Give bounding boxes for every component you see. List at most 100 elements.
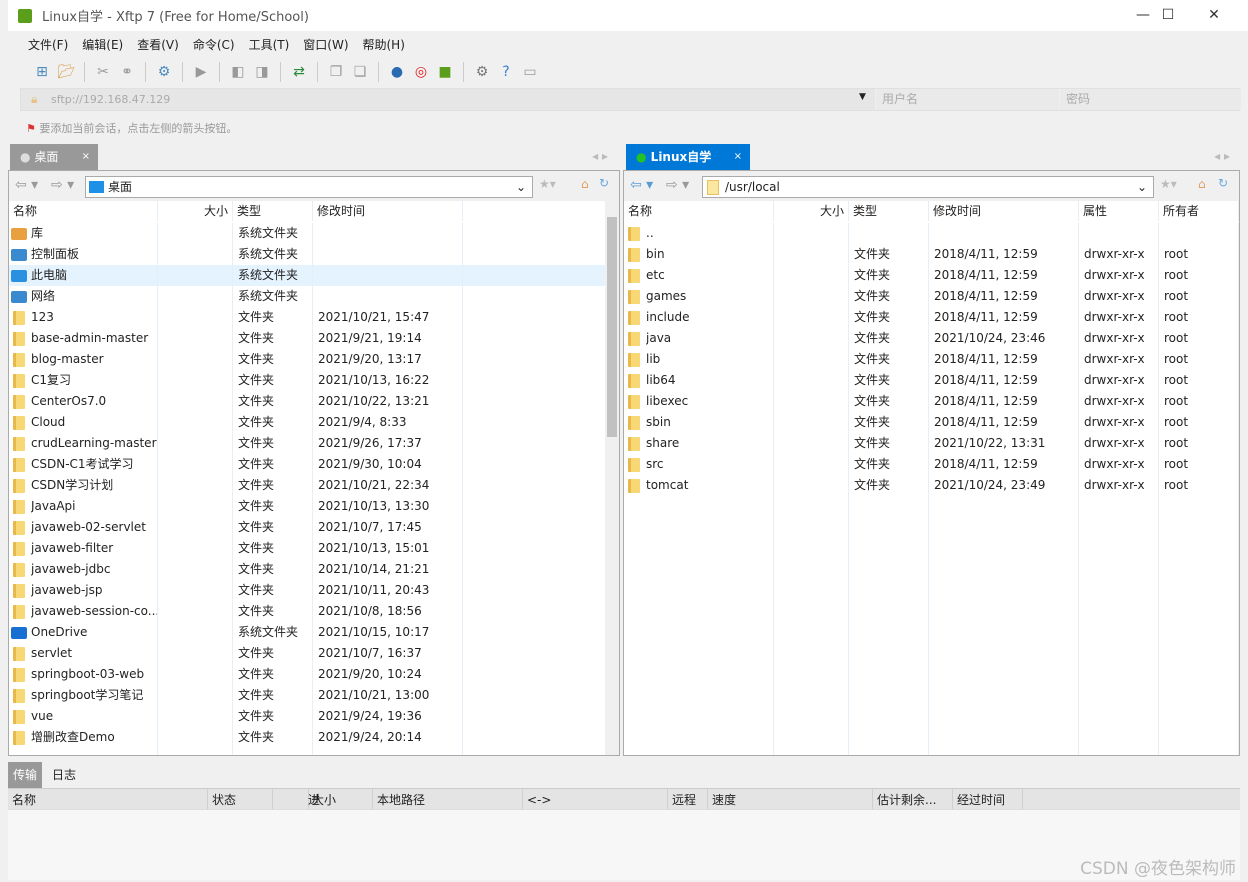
file-row[interactable]: CSDN学习计划 文件夹 2021/10/21, 22:34 — [9, 475, 605, 496]
back-icon[interactable]: ⇦ ▾ — [15, 177, 38, 193]
transfer-column[interactable]: <-> — [523, 789, 668, 809]
transfer-column[interactable]: 大小 — [308, 789, 373, 809]
tab-transfers[interactable]: 传输 — [8, 762, 43, 788]
file-row[interactable]: Cloud 文件夹 2021/9/4, 8:33 — [9, 412, 605, 433]
new-session-icon[interactable]: ⊞ — [32, 62, 52, 82]
file-row[interactable]: crudLearning-master 文件夹 2021/9/26, 17:37 — [9, 433, 605, 454]
remote-path-input[interactable]: /usr/local ⌄ — [702, 176, 1154, 198]
tab-remote-linux[interactable]: ● Linux自学 × — [626, 144, 750, 170]
copy-icon[interactable]: ❐ — [326, 62, 346, 82]
file-row[interactable]: javaweb-jsp 文件夹 2021/10/11, 20:43 — [9, 580, 605, 601]
menu-item[interactable]: 命令(C) — [193, 36, 235, 53]
column-header[interactable]: 大小 — [774, 201, 849, 221]
maximize-button[interactable]: ☐ — [1145, 0, 1191, 31]
file-row[interactable]: CenterOs7.0 文件夹 2021/10/22, 13:21 — [9, 391, 605, 412]
transfer-column[interactable]: 名称 — [8, 789, 208, 809]
file-row[interactable]: blog-master 文件夹 2021/9/20, 13:17 — [9, 349, 605, 370]
menu-item[interactable]: 帮助(H) — [363, 36, 405, 53]
file-row[interactable]: include 文件夹 2018/4/11, 12:59 drwxr-xr-x root — [624, 307, 1239, 328]
file-row[interactable]: 此电脑 系统文件夹 — [9, 265, 605, 286]
local-path-input[interactable]: 桌面 ⌄ — [85, 176, 533, 198]
globe-icon[interactable]: ● — [387, 62, 407, 82]
column-header[interactable]: 大小 — [158, 201, 233, 221]
xshell-icon[interactable]: ◎ — [411, 62, 431, 82]
file-row[interactable]: lib64 文件夹 2018/4/11, 12:59 drwxr-xr-x root — [624, 370, 1239, 391]
reconnect-icon[interactable]: ⚭ — [117, 62, 137, 82]
paste-icon[interactable]: ❏ — [350, 62, 370, 82]
transfer-column[interactable]: 速度 — [708, 789, 873, 809]
column-header[interactable]: 名称 — [624, 201, 774, 221]
forward-icon[interactable]: ⇨ ▾ — [666, 177, 689, 193]
refresh-icon[interactable]: ↻ — [1218, 176, 1228, 190]
menu-item[interactable]: 工具(T) — [249, 36, 290, 53]
tab-scroll-arrows-icon[interactable]: ◂ ▸ — [592, 149, 608, 163]
file-row[interactable]: base-admin-master 文件夹 2021/9/21, 19:14 — [9, 328, 605, 349]
transfer-column[interactable]: 估计剩余... — [873, 789, 953, 809]
forward-icon[interactable]: ⇨ ▾ — [51, 177, 74, 193]
file-row[interactable]: javaweb-filter 文件夹 2021/10/13, 15:01 — [9, 538, 605, 559]
file-row[interactable]: C1复习 文件夹 2021/10/13, 16:22 — [9, 370, 605, 391]
password-input[interactable]: 密码 — [1059, 89, 1241, 110]
close-tab-icon[interactable]: × — [734, 144, 742, 170]
home-icon[interactable]: ⌂ — [581, 177, 589, 191]
file-row[interactable]: .. — [624, 223, 1239, 244]
new-window-icon[interactable]: ⚙ — [154, 62, 174, 82]
file-row[interactable]: javaweb-02-servlet 文件夹 2021/10/7, 17:45 — [9, 517, 605, 538]
bookmark-star-icon[interactable]: ★▾ — [539, 177, 556, 191]
file-row[interactable]: src 文件夹 2018/4/11, 12:59 drwxr-xr-x root — [624, 454, 1239, 475]
sync-icon[interactable]: ⇄ — [289, 62, 309, 82]
file-row[interactable]: springboot学习笔记 文件夹 2021/10/21, 13:00 — [9, 685, 605, 706]
file-row[interactable]: springboot-03-web 文件夹 2021/9/20, 10:24 — [9, 664, 605, 685]
back-icon[interactable]: ⇦ ▾ — [630, 177, 653, 193]
disconnect-icon[interactable]: ✂ — [93, 62, 113, 82]
file-row[interactable]: 库 系统文件夹 — [9, 223, 605, 244]
file-row[interactable]: javaweb-session-co... 文件夹 2021/10/8, 18:56 — [9, 601, 605, 622]
column-header[interactable]: 类型 — [849, 201, 929, 221]
bookmark-arrow-icon[interactable]: ⚑ — [26, 122, 36, 135]
username-input[interactable]: 用户名 — [875, 89, 1059, 110]
file-row[interactable]: 控制面板 系统文件夹 — [9, 244, 605, 265]
terminal-icon[interactable]: ▶ — [191, 62, 211, 82]
file-row[interactable]: 增删改查Demo 文件夹 2021/9/24, 20:14 — [9, 727, 605, 748]
chat-icon[interactable]: ▭ — [520, 62, 540, 82]
transfer-column[interactable]: 进度 — [273, 789, 320, 829]
file-row[interactable]: share 文件夹 2021/10/22, 13:31 drwxr-xr-x root — [624, 433, 1239, 454]
file-row[interactable]: CSDN-C1考试学习 文件夹 2021/9/30, 10:04 — [9, 454, 605, 475]
file-row[interactable]: vue 文件夹 2021/9/24, 19:36 — [9, 706, 605, 727]
copy-left-icon[interactable]: ◧ — [228, 62, 248, 82]
column-header[interactable]: 所有者 — [1159, 201, 1239, 221]
menu-item[interactable]: 编辑(E) — [82, 36, 123, 53]
menu-item[interactable]: 窗口(W) — [303, 36, 348, 53]
gear-icon[interactable]: ⚙ — [472, 62, 492, 82]
open-folder-icon[interactable]: 📂︎ — [56, 62, 76, 82]
copy-right-icon[interactable]: ◨ — [252, 62, 272, 82]
column-header[interactable]: 修改时间 — [929, 201, 1079, 221]
scrollbar[interactable] — [605, 201, 619, 755]
help-icon[interactable]: ? — [496, 62, 516, 82]
column-header[interactable]: 类型 — [233, 201, 313, 221]
tab-local-desktop[interactable]: ● 桌面 × — [10, 144, 98, 170]
transfer-column[interactable]: 本地路径 — [373, 789, 523, 809]
transfer-column[interactable]: 远程路径 — [668, 789, 708, 829]
file-row[interactable]: servlet 文件夹 2021/10/7, 16:37 — [9, 643, 605, 664]
xftp-icon[interactable]: ■ — [435, 62, 455, 82]
column-header[interactable]: 修改时间 — [313, 201, 463, 221]
file-row[interactable]: 123 文件夹 2021/10/21, 15:47 — [9, 307, 605, 328]
close-button[interactable]: ✕ — [1191, 0, 1237, 31]
transfer-column[interactable]: 经过时间 — [953, 789, 1023, 809]
file-row[interactable]: lib 文件夹 2018/4/11, 12:59 drwxr-xr-x root — [624, 349, 1239, 370]
file-row[interactable]: JavaApi 文件夹 2021/10/13, 13:30 — [9, 496, 605, 517]
file-row[interactable]: games 文件夹 2018/4/11, 12:59 drwxr-xr-x root — [624, 286, 1239, 307]
bookmark-star-icon[interactable]: ★▾ — [1160, 177, 1177, 191]
file-row[interactable]: etc 文件夹 2018/4/11, 12:59 drwxr-xr-x root — [624, 265, 1239, 286]
file-row[interactable]: java 文件夹 2021/10/24, 23:46 drwxr-xr-x root — [624, 328, 1239, 349]
home-icon[interactable]: ⌂ — [1198, 177, 1206, 191]
file-row[interactable]: javaweb-jdbc 文件夹 2021/10/14, 21:21 — [9, 559, 605, 580]
close-tab-icon[interactable]: × — [82, 144, 90, 170]
column-header[interactable]: 属性 — [1079, 201, 1159, 221]
transfer-column[interactable]: 状态 — [208, 789, 273, 809]
host-input[interactable]: sftp://192.168.47.129 — [51, 93, 170, 106]
tab-log[interactable]: 日志 — [52, 762, 76, 788]
tab-scroll-arrows-icon[interactable]: ◂ ▸ — [1214, 149, 1230, 163]
file-row[interactable]: libexec 文件夹 2018/4/11, 12:59 drwxr-xr-x root — [624, 391, 1239, 412]
